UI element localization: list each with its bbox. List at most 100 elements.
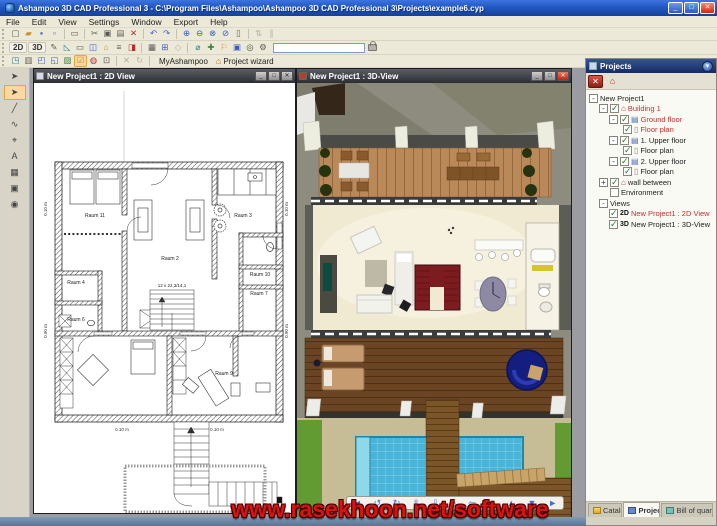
window-tool-icon[interactable]: ◫ (86, 42, 99, 54)
cut-icon[interactable]: ✂ (88, 28, 101, 40)
paste-icon[interactable]: ▤ (114, 28, 127, 40)
visibility-checkbox[interactable] (620, 114, 629, 125)
tree-item-floor-plan[interactable]: ▯ Floor plan (586, 124, 716, 135)
project-wizard-button[interactable]: Project wizard (223, 57, 273, 66)
text-tool-icon[interactable]: A (4, 149, 26, 164)
menu-window[interactable]: Window (125, 17, 167, 27)
tab-projects[interactable]: Projects (623, 502, 661, 517)
visibility-checkbox[interactable] (610, 188, 619, 198)
expander-icon[interactable]: - (599, 104, 608, 114)
tree-item-floor-plan[interactable]: ▯ Floor plan (586, 166, 716, 177)
redo-icon[interactable]: ↷ (160, 28, 173, 40)
panel-menu-button[interactable]: ▾ (702, 60, 713, 72)
projects-panel-titlebar[interactable]: Projects ▾ (586, 59, 716, 73)
tree-item-views[interactable]: - Views (586, 198, 716, 209)
close-button[interactable]: ✕ (700, 2, 715, 14)
delete-project-icon[interactable]: ✕ (588, 74, 603, 88)
expander-icon[interactable]: + (599, 177, 608, 187)
view-2d-button[interactable]: 2D (9, 42, 28, 53)
2d-minimize-button[interactable]: _ (255, 71, 267, 81)
menu-export[interactable]: Export (168, 17, 205, 27)
zoom-reset-icon[interactable]: ⊘ (219, 28, 232, 40)
menu-help[interactable]: Help (204, 17, 233, 27)
menu-view[interactable]: View (52, 17, 82, 27)
tree-item-project-root[interactable]: - New Project1 (586, 93, 716, 104)
tree-item-wall-between[interactable]: + ⌂ wall between (586, 177, 716, 188)
visibility-checkbox[interactable] (609, 208, 618, 219)
new-file-icon[interactable]: ▢ (9, 28, 22, 40)
settings-tool-icon[interactable]: ⚙ (256, 42, 269, 54)
zoom-out-icon[interactable]: ⊗ (206, 28, 219, 40)
open-file-icon[interactable]: ▰ (22, 28, 35, 40)
2d-canvas[interactable]: Raum 11 Raum 2 Raum 3 Raum 4 Raum 6 Raum… (34, 83, 295, 513)
menu-settings[interactable]: Settings (83, 17, 126, 27)
expander-icon[interactable]: - (589, 93, 598, 103)
grid-tool-icon[interactable]: ▦ (145, 42, 158, 54)
save-all-icon[interactable]: ▫ (48, 28, 61, 40)
3d-close-button[interactable]: ✕ (557, 71, 569, 81)
select-tool-icon[interactable]: ➤ (4, 69, 26, 84)
stairs-tool-icon[interactable]: ≡ (112, 42, 125, 54)
toolbar-grip[interactable] (2, 56, 6, 66)
lock-icon[interactable] (368, 41, 378, 51)
visibility-checkbox[interactable] (623, 145, 632, 156)
new-building-icon[interactable]: ⌂ (605, 75, 620, 88)
undo-icon[interactable]: ↶ (147, 28, 160, 40)
expander-icon[interactable]: - (609, 156, 618, 166)
page-preview-icon[interactable]: ▯ (232, 28, 245, 40)
flag-tool-icon[interactable]: ⚐ (217, 42, 230, 54)
tree-item-ground-floor[interactable]: - ▤ Ground floor (586, 114, 716, 125)
visibility-checkbox[interactable] (609, 219, 618, 230)
tree-item-upper-floor-2[interactable]: - ▤ 2. Upper floor (586, 156, 716, 167)
toolbar-grip[interactable] (2, 29, 6, 39)
delete-icon[interactable]: ✕ (127, 28, 140, 40)
window-2d-view[interactable]: New Project1 : 2D View _ □ ✕ Raum 11 Rau… (33, 68, 296, 514)
save-icon[interactable]: ▪ (35, 28, 48, 40)
circle-tool-icon[interactable]: ⌀ (191, 42, 204, 54)
menu-file[interactable]: File (0, 17, 26, 27)
globe-tool-icon[interactable]: ◉ (4, 197, 26, 212)
title-bar[interactable]: Ashampoo 3D CAD Professional 3 - C:\Prog… (0, 0, 717, 16)
tree-item-building-1[interactable]: - ⌂ Building 1 (586, 103, 716, 114)
line-tool-icon[interactable]: ╱ (4, 101, 26, 116)
image-tool-icon[interactable]: ▦ (4, 165, 26, 180)
2d-close-button[interactable]: ✕ (281, 71, 293, 81)
2d-window-titlebar[interactable]: New Project1 : 2D View _ □ ✕ (34, 69, 295, 83)
menu-edit[interactable]: Edit (26, 17, 53, 27)
toolbar-grip[interactable] (2, 42, 6, 53)
measure-tool-icon[interactable]: ⌖ (4, 133, 26, 148)
wall-tool-icon[interactable]: ◺ (60, 42, 73, 54)
tree-item-2d-view[interactable]: 2D New Project1 : 2D View (586, 208, 716, 219)
tab-bill-of-quantities[interactable]: Bill of quantiti... (661, 503, 713, 517)
tree-item-floor-plan[interactable]: ▯ Floor plan (586, 145, 716, 156)
visibility-checkbox[interactable] (620, 135, 629, 146)
visibility-checkbox[interactable] (623, 166, 632, 177)
expander-icon[interactable]: - (599, 198, 608, 208)
check-tool-icon[interactable]: ☑ (74, 55, 87, 67)
zoom-in-icon[interactable]: ⊖ (193, 28, 206, 40)
expander-icon[interactable]: - (609, 135, 618, 145)
print-icon[interactable]: ▭ (68, 28, 81, 40)
maximize-button[interactable]: □ (684, 2, 699, 14)
expander-icon[interactable]: - (609, 114, 618, 124)
target-tool-icon[interactable]: ◎ (243, 42, 256, 54)
layers-tool-icon[interactable]: ▥ (22, 55, 35, 67)
roof-tool-icon[interactable]: ◨ (125, 42, 138, 54)
myashampoo-button[interactable]: MyAshampoo (159, 57, 208, 66)
visibility-checkbox[interactable] (610, 177, 619, 188)
window-3d-view[interactable]: New Project1 : 3D-View _ □ ✕ ◄ ↺ ↻ ⇧ ⇩ ⌂… (296, 68, 572, 526)
minimize-button[interactable]: _ (668, 2, 683, 14)
floorplan-tool-icon[interactable]: ◳ (9, 55, 22, 67)
door-tool-icon[interactable]: ⌂ (99, 42, 112, 54)
tree-item-3d-view[interactable]: 3D New Project1 : 3D-View (586, 219, 716, 230)
viewport-tool-icon[interactable]: ▣ (4, 181, 26, 196)
2d-maximize-button[interactable]: □ (268, 71, 280, 81)
select-active-tool-icon[interactable]: ➤ (3, 85, 26, 100)
zoom-window-icon[interactable]: ⊕ (180, 28, 193, 40)
3d-minimize-button[interactable]: _ (531, 71, 543, 81)
tree-item-environment[interactable]: Environment (586, 188, 716, 199)
hatch-tool-icon[interactable]: ▨ (61, 55, 74, 67)
3d-window-titlebar[interactable]: New Project1 : 3D-View _ □ ✕ (297, 69, 571, 83)
visibility-checkbox[interactable] (610, 103, 619, 114)
plus-tool-icon[interactable]: ✚ (204, 42, 217, 54)
